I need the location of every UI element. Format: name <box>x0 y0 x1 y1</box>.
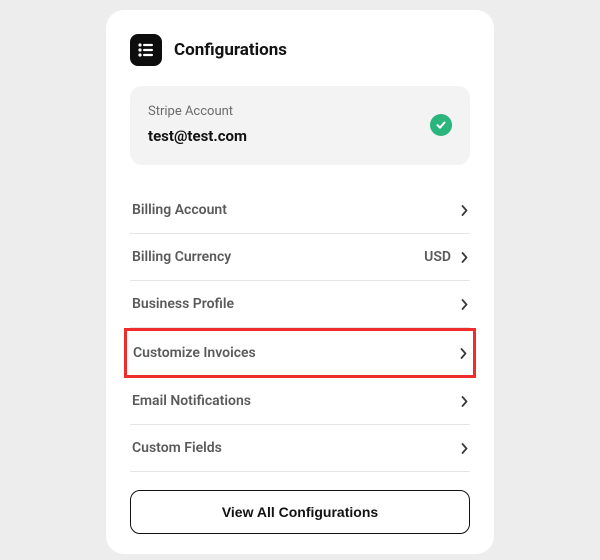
settings-item-customize-invoices[interactable]: Customize Invoices <box>124 328 476 378</box>
settings-item-label: Custom Fields <box>132 440 222 456</box>
stripe-account-box: Stripe Account test@test.com <box>130 86 470 165</box>
account-label: Stripe Account <box>148 104 247 119</box>
settings-item-label: Billing Account <box>132 202 227 218</box>
account-email: test@test.com <box>148 127 247 145</box>
chevron-right-icon <box>460 348 467 359</box>
chevron-right-icon <box>461 205 468 216</box>
status-badge <box>430 114 452 136</box>
chevron-right-icon <box>461 299 468 310</box>
settings-item-right: USD <box>424 249 468 265</box>
settings-item-value: USD <box>424 249 451 265</box>
settings-item-label: Business Profile <box>132 296 234 312</box>
settings-item-business-profile[interactable]: Business Profile <box>130 281 470 328</box>
settings-item-label: Email Notifications <box>132 393 251 409</box>
settings-item-custom-fields[interactable]: Custom Fields <box>130 425 470 472</box>
card-header: Configurations <box>130 34 470 66</box>
view-all-configurations-button[interactable]: View All Configurations <box>130 490 470 534</box>
account-info: Stripe Account test@test.com <box>148 104 247 145</box>
settings-item-right <box>461 299 468 310</box>
page-title: Configurations <box>174 40 287 60</box>
configurations-icon <box>130 34 162 66</box>
settings-item-billing-currency[interactable]: Billing Currency USD <box>130 234 470 281</box>
settings-item-email-notifications[interactable]: Email Notifications <box>130 378 470 425</box>
configurations-card: Configurations Stripe Account test@test.… <box>106 10 494 554</box>
checkmark-icon <box>435 119 447 131</box>
settings-item-right <box>461 205 468 216</box>
chevron-right-icon <box>461 443 468 454</box>
chevron-right-icon <box>461 252 468 263</box>
settings-item-label: Customize Invoices <box>133 345 256 361</box>
settings-item-right <box>460 348 467 359</box>
settings-item-billing-account[interactable]: Billing Account <box>130 187 470 234</box>
chevron-right-icon <box>461 396 468 407</box>
settings-item-right <box>461 443 468 454</box>
settings-item-right <box>461 396 468 407</box>
settings-list: Billing Account Billing Currency USD Busine… <box>130 187 470 472</box>
settings-item-label: Billing Currency <box>132 249 231 265</box>
